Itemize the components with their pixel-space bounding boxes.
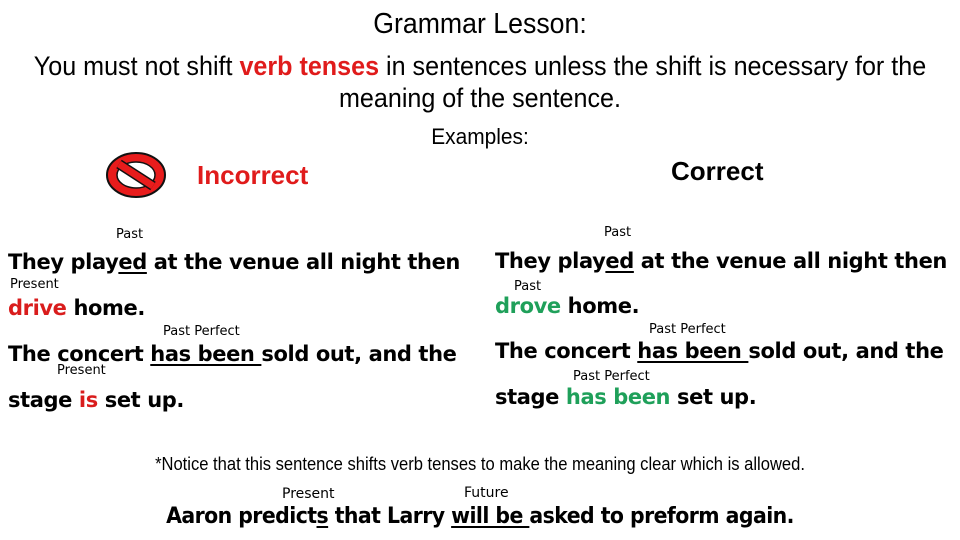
tense-label-future: Future (464, 485, 509, 501)
incorrect-heading: Incorrect (197, 160, 309, 190)
incorrect-sentence2-line2: stage is set up. (8, 388, 184, 412)
correct-sentence1-line1: They played at the venue all night then (495, 249, 947, 273)
lesson-title: Grammar Lesson: (373, 8, 587, 40)
text: They play (495, 249, 606, 273)
text: set up. (97, 388, 185, 412)
text: They play (8, 250, 119, 274)
correct-heading: Correct (671, 156, 764, 186)
prohibited-icon (104, 150, 168, 200)
lesson-rule: You must not shift verb tenses in senten… (34, 50, 927, 114)
text: The concert (495, 339, 638, 363)
correct-sentence2-line2: stage has been set up. (495, 385, 757, 409)
text: stage (495, 385, 566, 409)
underlined-ending: ed (605, 249, 634, 273)
correct-sentence1-line2: drove home. (495, 294, 640, 318)
correct-verb: drove (495, 294, 561, 318)
underlined-ending: ed (118, 250, 147, 274)
text: that Larry (328, 504, 452, 529)
examples-label: Examples: (431, 124, 529, 149)
text: set up. (670, 385, 757, 409)
underlined-verb: has been (637, 339, 749, 363)
underlined-verb: will be (451, 504, 530, 529)
text: stage (8, 388, 79, 412)
tense-label: Past (514, 279, 542, 294)
wrong-verb: drive (8, 296, 67, 320)
notice-text: *Notice that this sentence shifts verb t… (155, 454, 805, 474)
correct-verb: has been (565, 385, 671, 409)
correct-sentence2-line1: The concert has been sold out, and the (495, 339, 944, 363)
tense-label: Past (116, 227, 144, 242)
tense-label: Past Perfect (573, 369, 650, 384)
text: at the venue all night then (633, 249, 948, 273)
tense-label: Past (604, 225, 632, 240)
tense-label: Present (57, 363, 106, 378)
example-sentence-allowed-shift: Aaron predicts that Larry will be asked … (34, 504, 927, 529)
text: Aaron predict (166, 504, 317, 529)
wrong-verb: is (78, 388, 98, 412)
tense-label: Past Perfect (649, 322, 726, 337)
incorrect-sentence1-line1: They played at the venue all night then (8, 250, 460, 274)
text: home. (560, 294, 640, 318)
rule-text-after: in sentences unless the shift is necessa… (339, 51, 927, 113)
text: home. (66, 296, 145, 320)
tense-label: Present (10, 277, 59, 292)
underlined-ending: s (316, 504, 329, 529)
text: asked to preform again. (529, 504, 794, 529)
tense-label-present: Present (282, 486, 335, 502)
text: at the venue all night then (146, 250, 461, 274)
incorrect-sentence1-line2: drive home. (8, 296, 145, 320)
tense-label: Past Perfect (163, 324, 240, 339)
underlined-verb: has been (150, 342, 262, 366)
text: sold out, and the (748, 339, 944, 363)
rule-highlight: verb tenses (239, 51, 380, 81)
rule-text-before: You must not shift (33, 51, 240, 81)
text: sold out, and the (261, 342, 457, 366)
